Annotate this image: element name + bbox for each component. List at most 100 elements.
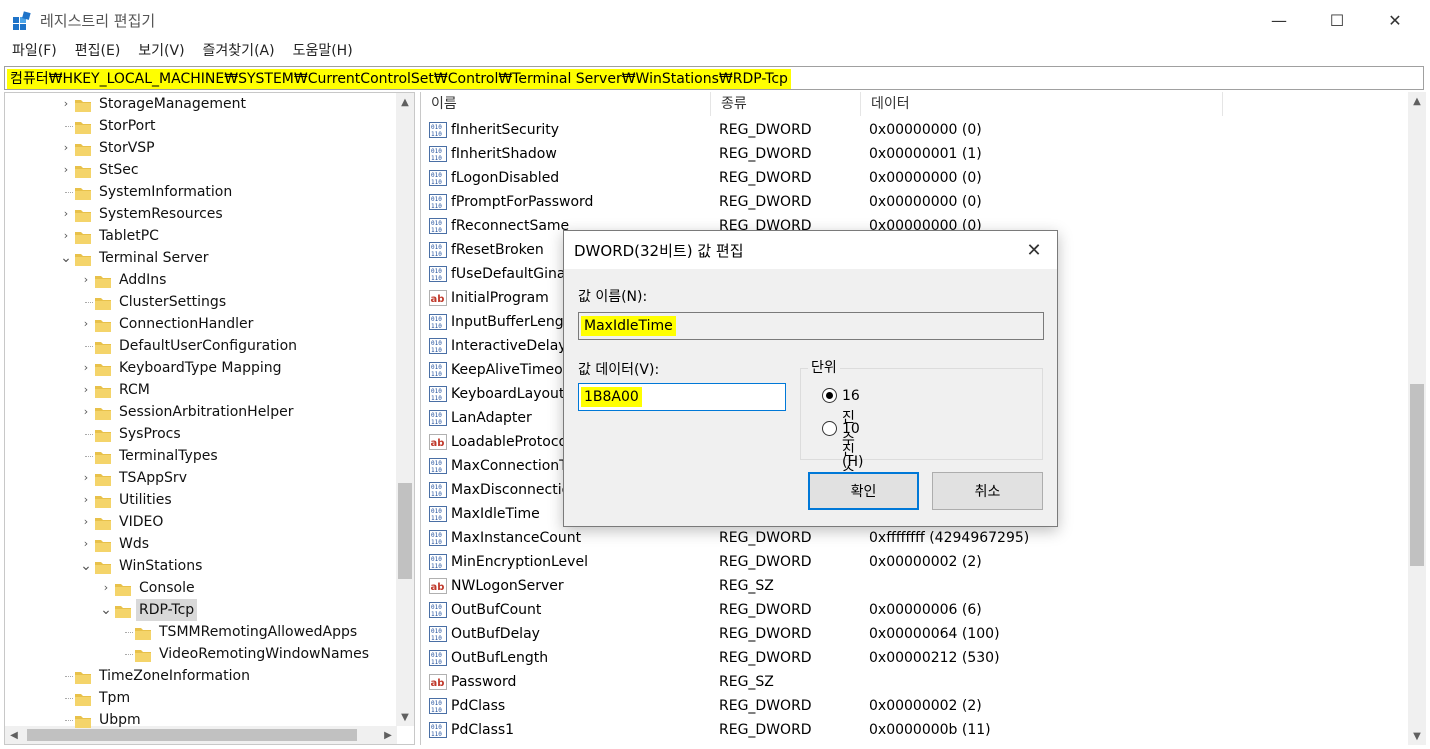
chevron-right-icon[interactable]: › [79,489,93,511]
column-header-type[interactable]: 종류 [711,92,861,116]
tree-node[interactable]: ⌄ RDP-Tcp [5,599,395,621]
tree-node[interactable]: › StorVSP [5,137,395,159]
tree-node-label[interactable]: SystemResources [99,203,223,225]
tree-node[interactable]: › VIDEO [5,511,395,533]
radio-dec-indicator[interactable] [822,421,837,436]
tree-node-label[interactable]: TSAppSrv [119,467,187,489]
value-data-text[interactable]: 1B8A00 [581,387,642,407]
value-row[interactable]: 010 110 MinEncryptionLevel REG_DWORD 0x00000… [421,550,1401,574]
tree-node-label[interactable]: Ubpm [99,709,141,731]
tree-node[interactable]: › Utilities [5,489,395,511]
menu-file[interactable]: 파일(F) [12,40,57,64]
value-row[interactable]: 010 110 OutBufLength REG_DWORD 0x00000212 (5… [421,646,1401,670]
tree-node-label[interactable]: SystemInformation [99,181,232,203]
value-row[interactable]: 010 110 fLogonDisabled REG_DWORD 0x00000000 … [421,166,1401,190]
tree-node[interactable]: › KeyboardType Mapping [5,357,395,379]
tree-node-label[interactable]: VIDEO [119,511,163,533]
tree-node-label[interactable]: SessionArbitrationHelper [119,401,293,423]
tree-node-label[interactable]: StorVSP [99,137,155,159]
tree-node[interactable]: StorPort [5,115,395,137]
tree-node-label[interactable]: TabletPC [99,225,159,247]
value-row[interactable]: 010 110 MaxInstanceCount REG_DWORD 0xfffffff… [421,526,1401,550]
chevron-right-icon[interactable]: › [79,533,93,555]
tree-node[interactable]: VideoRemotingWindowNames [5,643,395,665]
tree-node[interactable]: Tpm [5,687,395,709]
tree-node[interactable]: › StSec [5,159,395,181]
chevron-down-icon[interactable]: ⌄ [59,247,73,269]
scroll-up-arrow-icon[interactable]: ▲ [396,93,414,111]
value-row[interactable]: 010 110 PdClass REG_DWORD 0x00000002 (2) [421,694,1401,718]
chevron-right-icon[interactable]: › [59,93,73,115]
value-row[interactable]: 010 110 fInheritShadow REG_DWORD 0x00000001 … [421,142,1401,166]
list-scroll-thumb[interactable] [1410,384,1424,566]
tree-node[interactable]: › RCM [5,379,395,401]
value-row[interactable]: 010 110 OutBufDelay REG_DWORD 0x00000064 (10… [421,622,1401,646]
value-data-input[interactable]: 1B8A00 [578,383,786,411]
chevron-right-icon[interactable]: › [79,357,93,379]
key-tree[interactable]: ▲ ▼ ◀ ▶ › StorageManagement StorPort › StorV… [4,92,415,745]
chevron-right-icon[interactable]: › [79,401,93,423]
tree-node-label[interactable]: TSMMRemotingAllowedApps [159,621,357,643]
maximize-button[interactable]: ☐ [1308,0,1366,40]
tree-node[interactable]: › TabletPC [5,225,395,247]
column-header-data[interactable]: 데이터 [861,92,1223,116]
dialog-close-icon[interactable]: ✕ [1021,237,1047,263]
tree-node[interactable]: › StorageManagement [5,93,395,115]
column-header-name[interactable]: 이름 [421,92,711,116]
tree-node[interactable]: Ubpm [5,709,395,731]
tree-node-label[interactable]: TimeZoneInformation [99,665,250,687]
tree-node-label[interactable]: Terminal Server [99,247,209,269]
list-scroll-down-arrow-icon[interactable]: ▼ [1408,727,1426,745]
list-scroll-up-arrow-icon[interactable]: ▲ [1408,92,1426,110]
chevron-right-icon[interactable]: › [99,577,113,599]
tree-node-label[interactable]: SysProcs [119,423,181,445]
scroll-down-arrow-icon[interactable]: ▼ [396,708,414,726]
chevron-down-icon[interactable]: ⌄ [99,599,113,621]
chevron-right-icon[interactable]: › [59,159,73,181]
tree-node[interactable]: SysProcs [5,423,395,445]
menu-help[interactable]: 도움말(H) [293,40,353,64]
tree-node[interactable]: › SessionArbitrationHelper [5,401,395,423]
tree-node-label[interactable]: DefaultUserConfiguration [119,335,297,357]
tree-node[interactable]: › ConnectionHandler [5,313,395,335]
chevron-down-icon[interactable]: ⌄ [79,555,93,577]
chevron-right-icon[interactable]: › [79,313,93,335]
ok-button[interactable]: 확인 [808,472,919,510]
tree-node[interactable]: › SystemResources [5,203,395,225]
value-row[interactable]: 010 110 OutBufCount REG_DWORD 0x00000006 (6) [421,598,1401,622]
menu-view[interactable]: 보기(V) [138,40,184,64]
tree-node-label[interactable]: WinStations [119,555,202,577]
tree-node-label[interactable]: RDP-Tcp [136,599,198,621]
address-path[interactable]: 컴퓨터₩HKEY_LOCAL_MACHINE₩SYSTEM₩CurrentCon… [7,69,791,89]
tree-node[interactable]: ClusterSettings [5,291,395,313]
tree-node-label[interactable]: Console [139,577,195,599]
tree-scroll-thumb[interactable] [398,483,412,579]
tree-node-label[interactable]: Utilities [119,489,172,511]
list-vertical-scrollbar[interactable]: ▲ ▼ [1408,92,1426,745]
cancel-button[interactable]: 취소 [932,472,1043,510]
menu-edit[interactable]: 편집(E) [75,40,121,64]
tree-node[interactable]: DefaultUserConfiguration [5,335,395,357]
menu-favorites[interactable]: 즐겨찾기(A) [203,40,275,64]
tree-node-label[interactable]: ClusterSettings [119,291,226,313]
tree-node-label[interactable]: ConnectionHandler [119,313,253,335]
tree-node-label[interactable]: StorPort [99,115,155,137]
tree-node[interactable]: TerminalTypes [5,445,395,467]
tree-vertical-scrollbar[interactable]: ▲ ▼ [396,93,414,726]
minimize-button[interactable]: — [1250,0,1308,40]
value-row[interactable]: ab NWLogonServer REG_SZ [421,574,1401,598]
tree-node[interactable]: ⌄ WinStations [5,555,395,577]
chevron-right-icon[interactable]: › [59,203,73,225]
tree-node-label[interactable]: AddIns [119,269,166,291]
tree-node[interactable]: SystemInformation [5,181,395,203]
chevron-right-icon[interactable]: › [59,225,73,247]
radio-hex-indicator[interactable] [822,388,837,403]
tree-node-label[interactable]: StorageManagement [99,93,246,115]
value-row[interactable]: 010 110 fPromptForPassword REG_DWORD 0x00000… [421,190,1401,214]
tree-node-label[interactable]: KeyboardType Mapping [119,357,282,379]
value-row[interactable]: 010 110 PdClass1 REG_DWORD 0x0000000b (11) [421,718,1401,742]
tree-node[interactable]: TimeZoneInformation [5,665,395,687]
tree-node[interactable]: › TSAppSrv [5,467,395,489]
close-button[interactable]: ✕ [1366,0,1424,40]
tree-node-label[interactable]: VideoRemotingWindowNames [159,643,369,665]
